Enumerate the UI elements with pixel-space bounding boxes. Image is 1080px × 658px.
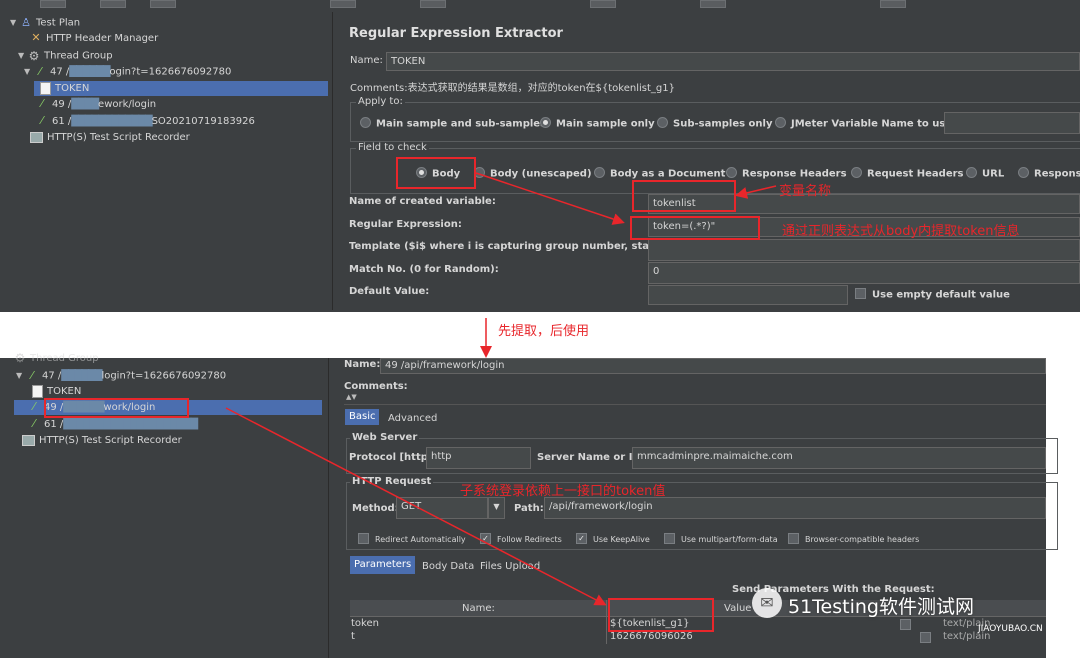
wechat-icon: ✉ [752, 588, 782, 618]
watermark-brand: 51Testing软件测试网 [788, 596, 974, 618]
arrow-to-var-label [735, 185, 777, 199]
annotation-arrows [225, 172, 777, 606]
watermark-site: JIAOYUBAO.CN [978, 624, 1043, 634]
arrow-to-var-name [475, 172, 625, 225]
arrow-to-token-value [225, 407, 607, 606]
